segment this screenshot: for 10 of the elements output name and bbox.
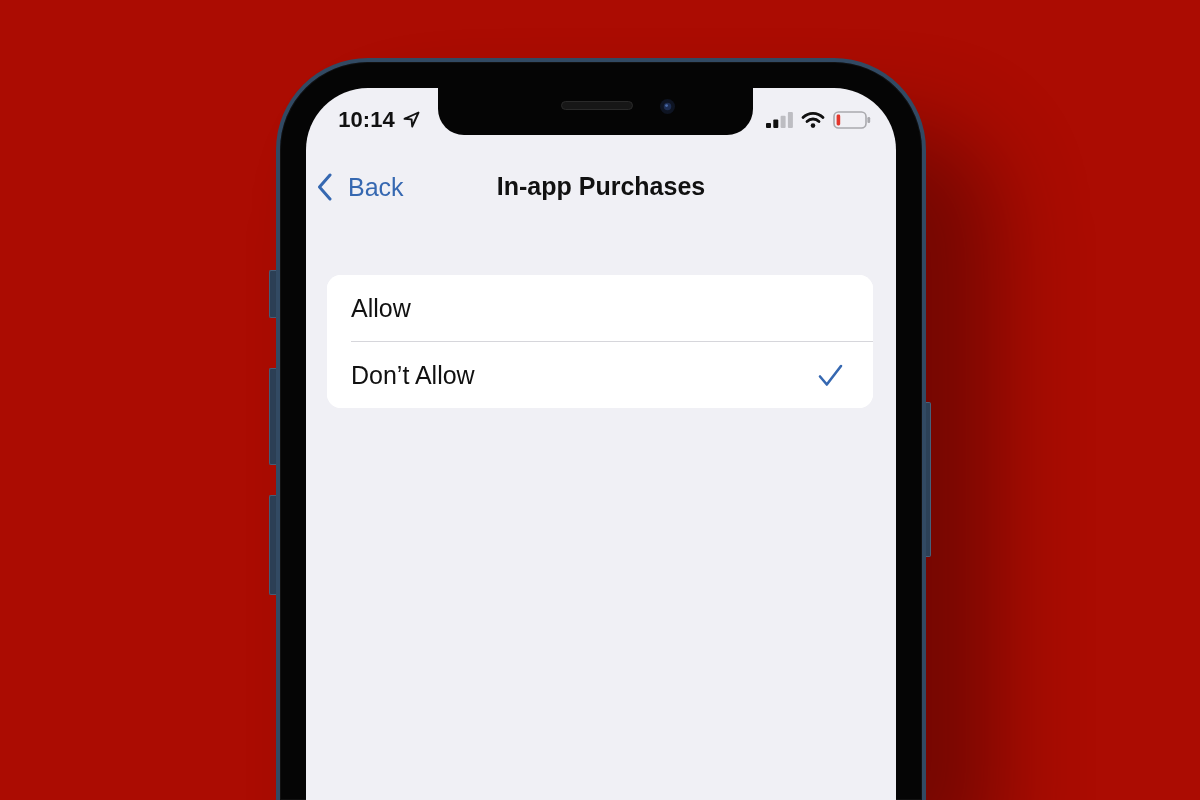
- signal-bars-icon: [766, 111, 793, 128]
- status-time: 10:14: [338, 108, 395, 131]
- battery-icon: [833, 110, 871, 129]
- nav-title: In-app Purchases: [496, 173, 706, 201]
- location-arrow-icon: [402, 111, 420, 128]
- chevron-left-icon: [317, 173, 332, 201]
- back-button[interactable]: Back: [306, 173, 404, 201]
- camera-lens-icon: [660, 99, 675, 114]
- speaker-grille-icon: [561, 101, 633, 110]
- wifi-icon: [801, 111, 825, 128]
